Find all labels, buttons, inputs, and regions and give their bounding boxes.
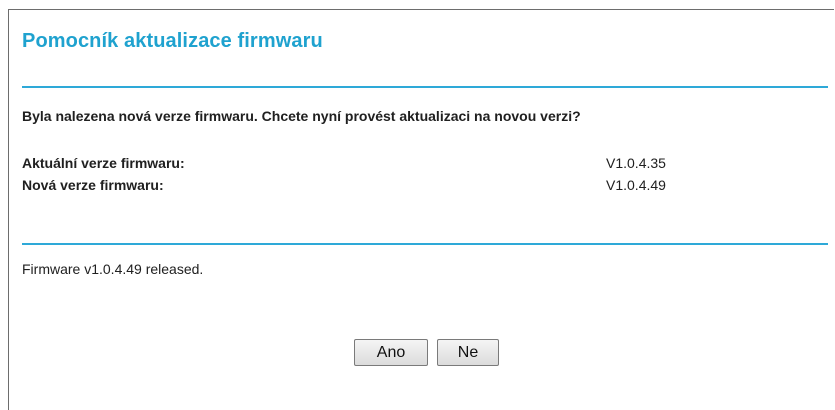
current-version-value: V1.0.4.35 bbox=[606, 155, 666, 171]
update-question: Byla nalezena nová verze firmwaru. Chcet… bbox=[22, 108, 581, 124]
new-version-row: Nová verze firmwaru: V1.0.4.49 bbox=[22, 177, 742, 195]
current-version-row: Aktuální verze firmwaru: V1.0.4.35 bbox=[22, 155, 742, 173]
dialog-title: Pomocník aktualizace firmwaru bbox=[22, 30, 323, 52]
release-notes: Firmware v1.0.4.49 released. bbox=[22, 261, 204, 277]
top-divider bbox=[22, 86, 828, 88]
no-button[interactable]: Ne bbox=[437, 339, 499, 366]
new-version-label: Nová verze firmwaru: bbox=[22, 177, 164, 193]
current-version-label: Aktuální verze firmwaru: bbox=[22, 155, 185, 171]
yes-button[interactable]: Ano bbox=[354, 339, 428, 366]
bottom-divider bbox=[22, 243, 828, 245]
new-version-value: V1.0.4.49 bbox=[606, 177, 666, 193]
